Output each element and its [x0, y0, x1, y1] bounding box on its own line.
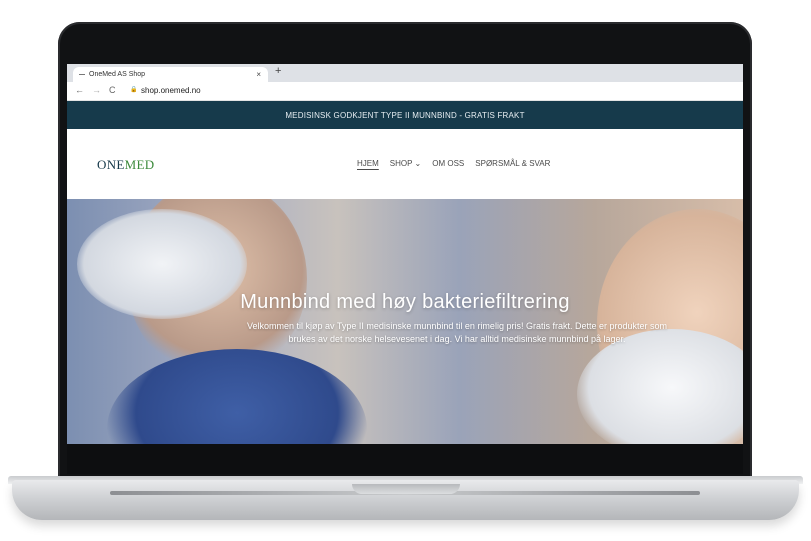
onemed-logo[interactable]: ONEMED — [97, 157, 154, 173]
logo-med: MED — [124, 157, 155, 172]
favicon-icon — [79, 74, 85, 75]
announcement-text: MEDISINSK GODKJENT TYPE II MUNNBIND - GR… — [285, 110, 525, 120]
nav-item-sporsmal-svar[interactable]: SPØRSMÅL & SVAR — [475, 159, 550, 168]
nav-item-shop-label: SHOP — [389, 159, 413, 168]
forward-arrow-icon[interactable]: → — [92, 85, 101, 95]
browser-tab-bar: OneMed AS Shop × + — [67, 64, 743, 82]
nav-item-hjem[interactable]: HJEM — [357, 159, 379, 168]
new-tab-button[interactable]: + — [275, 65, 281, 77]
screen-bottom-bezel — [67, 444, 743, 474]
close-tab-icon[interactable]: × — [256, 67, 261, 82]
main-navigation: HJEM SHOP ⌄ OM OSS SPØRSMÅL & SVAR — [357, 159, 550, 168]
tab-title: OneMed AS Shop — [89, 71, 146, 78]
hero-banner: Munnbind med høy bakteriefiltrering Velk… — [67, 199, 743, 444]
back-arrow-icon[interactable]: ← — [75, 85, 84, 95]
hero-image-scrubs — [107, 349, 367, 444]
hero-title: Munnbind med høy bakteriefiltrering — [240, 291, 570, 313]
site-header: ONEMED HJEM SHOP ⌄ OM OSS SPØRSMÅL & SVA… — [67, 129, 743, 199]
address-bar: ← → C 🔒 shop.onemed.no — [67, 82, 743, 101]
laptop-screen: OneMed AS Shop × + ← → C 🔒 shop.onemed.n… — [67, 64, 743, 444]
laptop-notch — [352, 484, 460, 494]
hero-description: Velkommen til kjøp av Type II medisinske… — [247, 321, 667, 344]
chevron-down-icon: ⌄ — [414, 159, 422, 168]
nav-item-om-oss[interactable]: OM OSS — [432, 159, 464, 168]
browser-tab[interactable]: OneMed AS Shop × — [73, 67, 268, 82]
reload-icon[interactable]: C — [109, 85, 116, 95]
announcement-bar: MEDISINSK GODKJENT TYPE II MUNNBIND - GR… — [67, 101, 743, 129]
lock-icon: 🔒 — [130, 87, 138, 93]
logo-one: ONE — [97, 157, 125, 172]
url-field[interactable]: shop.onemed.no — [141, 86, 201, 95]
nav-item-shop[interactable]: SHOP ⌄ — [390, 159, 421, 168]
